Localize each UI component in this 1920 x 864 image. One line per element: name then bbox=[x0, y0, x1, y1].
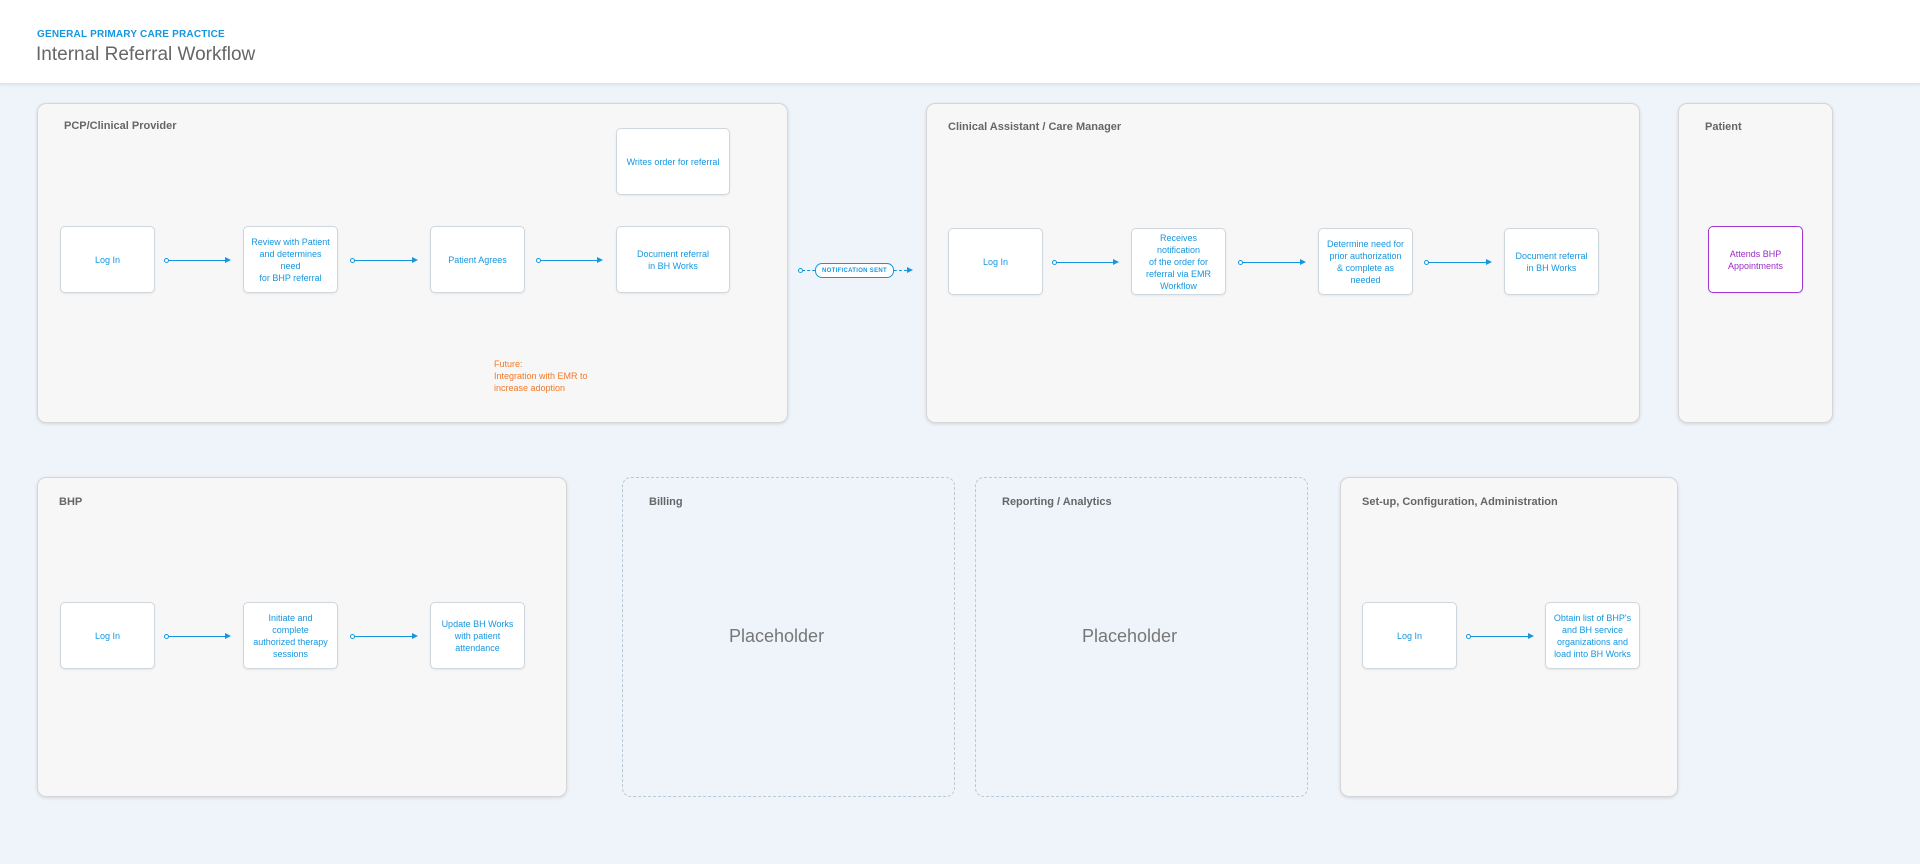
bhp-step-initiate-sessions[interactable]: Initiate and complete authorized therapy s… bbox=[243, 602, 338, 669]
panel-title-bhp: BHP bbox=[59, 496, 83, 508]
clinical-step-receives-notification[interactable]: Receives notification of the order for ref… bbox=[1131, 228, 1226, 295]
setup-step-obtain-bhp-list[interactable]: Obtain list of BHP's and BH service organi… bbox=[1545, 602, 1640, 669]
panel-title-setup: Set-up, Configuration, Administration bbox=[1362, 496, 1558, 508]
arrow-clinical-3 bbox=[1424, 258, 1492, 266]
arrow-clinical-1 bbox=[1052, 258, 1119, 266]
panel-title-pcp: PCP/Clinical Provider bbox=[64, 120, 177, 132]
page-header: GENERAL PRIMARY CARE PRACTICE Internal R… bbox=[0, 0, 1920, 84]
pcp-step-patient-agrees[interactable]: Patient Agrees bbox=[430, 226, 525, 293]
panel-title-reporting: Reporting / Analytics bbox=[1002, 496, 1112, 508]
billing-placeholder: Placeholder bbox=[729, 626, 825, 646]
clinical-step-document-referral[interactable]: Document referral in BH Works bbox=[1504, 228, 1599, 295]
notification-sent-badge: NOTIFICATION SENT bbox=[815, 263, 894, 278]
patient-step-attends-appointments[interactable]: Attends BHP Appointments bbox=[1708, 226, 1803, 293]
bhp-step-login[interactable]: Log In bbox=[60, 602, 155, 669]
arrow-pcp-3 bbox=[536, 256, 603, 264]
arrow-clinical-2 bbox=[1238, 258, 1306, 266]
panel-title-billing: Billing bbox=[649, 496, 683, 508]
setup-step-login[interactable]: Log In bbox=[1362, 602, 1457, 669]
pcp-step-writes-order[interactable]: Writes order for referral bbox=[616, 128, 730, 195]
panel-title-patient: Patient bbox=[1705, 121, 1742, 133]
bhp-step-update-attendance[interactable]: Update BH Works with patient attendance bbox=[430, 602, 525, 669]
reporting-placeholder: Placeholder bbox=[1082, 626, 1178, 646]
practice-name: GENERAL PRIMARY CARE PRACTICE bbox=[37, 29, 225, 40]
clinical-step-login[interactable]: Log In bbox=[948, 228, 1043, 295]
panel-title-clinical: Clinical Assistant / Care Manager bbox=[948, 121, 1122, 133]
arrow-pcp-1 bbox=[164, 256, 231, 264]
pcp-step-review[interactable]: Review with Patient and determines need fo… bbox=[243, 226, 338, 293]
arrow-setup-1 bbox=[1466, 632, 1534, 640]
arrow-pcp-2 bbox=[350, 256, 418, 264]
arrow-bhp-2 bbox=[350, 632, 418, 640]
clinical-step-prior-authorization[interactable]: Determine need for prior authorization & c… bbox=[1318, 228, 1413, 295]
pcp-step-login[interactable]: Log In bbox=[60, 226, 155, 293]
arrow-bhp-1 bbox=[164, 632, 231, 640]
pcp-step-document-referral[interactable]: Document referral in BH Works bbox=[616, 226, 730, 293]
future-note: Future: Integration with EMR to increase a… bbox=[494, 359, 588, 393]
page-title: Internal Referral Workflow bbox=[36, 44, 256, 65]
